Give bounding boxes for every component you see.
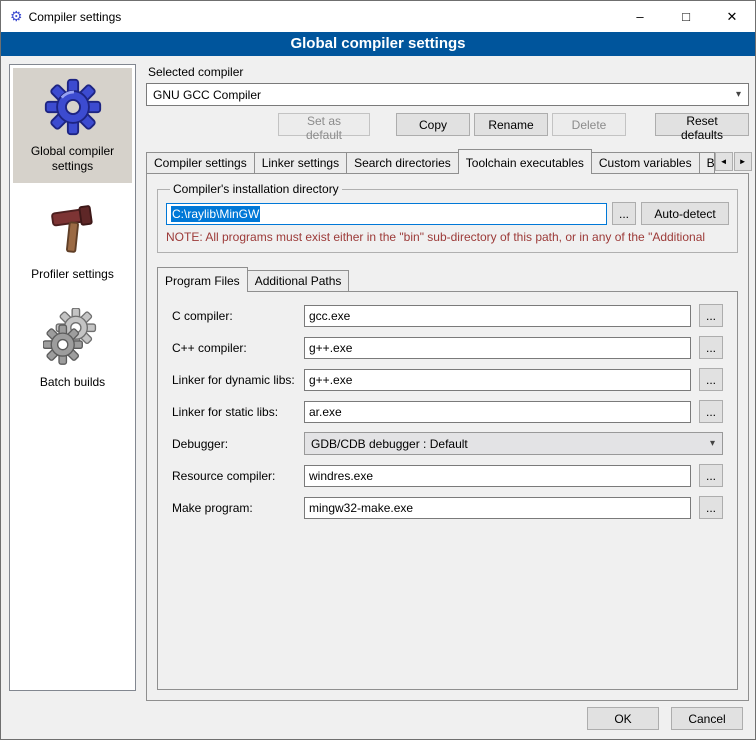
- programs-tabstrip: Program Files Additional Paths: [157, 267, 738, 291]
- install-dir-input[interactable]: C:\raylib\MinGW: [166, 203, 607, 225]
- compiler-select[interactable]: GNU GCC Compiler ▾: [146, 83, 749, 106]
- reset-defaults-button[interactable]: Reset defaults: [655, 113, 749, 136]
- program-files-panel: C compiler: gcc.exe ... C++ compiler: g+…: [157, 291, 738, 690]
- tab-scroll-right-button[interactable]: ►: [734, 152, 752, 171]
- make-program-label: Make program:: [172, 501, 296, 515]
- selected-compiler-label: Selected compiler: [148, 65, 749, 79]
- delete-button[interactable]: Delete: [552, 113, 626, 136]
- cpp-compiler-label: C++ compiler:: [172, 341, 296, 355]
- resource-compiler-label: Resource compiler:: [172, 469, 296, 483]
- static-linker-browse-button[interactable]: ...: [699, 400, 723, 423]
- install-dir-value: C:\raylib\MinGW: [171, 206, 260, 222]
- tab-scroll-controls: ◄ ►: [715, 152, 752, 173]
- ok-button[interactable]: OK: [587, 707, 659, 730]
- dynamic-linker-label: Linker for dynamic libs:: [172, 373, 296, 387]
- dynamic-linker-value: g++.exe: [309, 373, 352, 387]
- dialog-footer: OK Cancel: [587, 707, 743, 730]
- main-panel: Selected compiler GNU GCC Compiler ▾ Set…: [146, 56, 749, 701]
- tab-program-files[interactable]: Program Files: [157, 267, 248, 292]
- make-program-value: mingw32-make.exe: [309, 501, 413, 515]
- static-linker-input[interactable]: ar.exe: [304, 401, 691, 423]
- debugger-select-value: GDB/CDB debugger : Default: [311, 437, 468, 451]
- make-program-input[interactable]: mingw32-make.exe: [304, 497, 691, 519]
- sidebar-item-batch-builds[interactable]: Batch builds: [13, 299, 132, 399]
- static-linker-label: Linker for static libs:: [172, 405, 296, 419]
- gear-icon: [43, 77, 103, 137]
- make-program-browse-button[interactable]: ...: [699, 496, 723, 519]
- sidebar-item-label: Batch builds: [40, 375, 105, 390]
- tab-custom-variables[interactable]: Custom variables: [591, 152, 700, 173]
- tab-scroll-left-button[interactable]: ◄: [715, 152, 733, 171]
- cancel-button[interactable]: Cancel: [671, 707, 743, 730]
- resource-compiler-browse-button[interactable]: ...: [699, 464, 723, 487]
- resource-compiler-value: windres.exe: [309, 469, 373, 483]
- chevron-down-icon: ▾: [729, 89, 748, 100]
- compiler-actions: Set as default Copy Rename Delete Reset …: [146, 113, 749, 136]
- tab-toolchain-executables[interactable]: Toolchain executables: [458, 149, 592, 174]
- minimize-button[interactable]: –: [617, 1, 663, 32]
- auto-detect-button[interactable]: Auto-detect: [641, 202, 729, 225]
- dynamic-linker-input[interactable]: g++.exe: [304, 369, 691, 391]
- note-text: NOTE: All programs must exist either in …: [166, 230, 729, 244]
- chevron-down-icon: ▾: [703, 438, 722, 449]
- install-dir-browse-button[interactable]: ...: [612, 202, 636, 225]
- sidebar-item-global-compiler-settings[interactable]: Global compiler settings: [13, 68, 132, 183]
- settings-category-list: Global compiler settings Profiler settin…: [9, 64, 136, 691]
- window-controls: – □ ✕: [617, 1, 755, 32]
- c-compiler-value: gcc.exe: [309, 309, 350, 323]
- dynamic-linker-browse-button[interactable]: ...: [699, 368, 723, 391]
- window-title: Compiler settings: [29, 10, 122, 24]
- cpp-compiler-value: g++.exe: [309, 341, 352, 355]
- close-button[interactable]: ✕: [709, 1, 755, 32]
- static-linker-value: ar.exe: [309, 405, 342, 419]
- debugger-label: Debugger:: [172, 437, 296, 451]
- sidebar-item-label: Profiler settings: [31, 267, 114, 282]
- set-as-default-button[interactable]: Set as default: [278, 113, 370, 136]
- profiler-tool-icon: [43, 200, 103, 260]
- c-compiler-browse-button[interactable]: ...: [699, 304, 723, 327]
- installation-directory-group: Compiler's installation directory C:\ray…: [157, 182, 738, 253]
- tab-additional-paths[interactable]: Additional Paths: [247, 270, 350, 291]
- titlebar: ⚙ Compiler settings – □ ✕: [1, 1, 755, 32]
- copy-button[interactable]: Copy: [396, 113, 470, 136]
- tab-search-directories[interactable]: Search directories: [346, 152, 459, 173]
- c-compiler-label: C compiler:: [172, 309, 296, 323]
- tab-build-options[interactable]: Build: [699, 152, 715, 173]
- compiler-select-value: GNU GCC Compiler: [153, 88, 261, 102]
- tab-compiler-settings[interactable]: Compiler settings: [146, 152, 255, 173]
- resource-compiler-input[interactable]: windres.exe: [304, 465, 691, 487]
- gears-icon: [43, 308, 103, 368]
- settings-tabstrip: Compiler settings Linker settings Search…: [146, 149, 749, 173]
- c-compiler-input[interactable]: gcc.exe: [304, 305, 691, 327]
- app-icon: ⚙: [10, 8, 23, 25]
- cpp-compiler-browse-button[interactable]: ...: [699, 336, 723, 359]
- debugger-select[interactable]: GDB/CDB debugger : Default ▾: [304, 432, 723, 455]
- maximize-button[interactable]: □: [663, 1, 709, 32]
- sidebar-item-profiler-settings[interactable]: Profiler settings: [13, 191, 132, 291]
- installation-directory-label: Compiler's installation directory: [170, 182, 342, 196]
- sidebar-item-label: Global compiler settings: [17, 144, 128, 174]
- toolchain-executables-panel: Compiler's installation directory C:\ray…: [146, 173, 749, 701]
- page-title: Global compiler settings: [1, 32, 755, 56]
- rename-button[interactable]: Rename: [474, 113, 548, 136]
- cpp-compiler-input[interactable]: g++.exe: [304, 337, 691, 359]
- tab-linker-settings[interactable]: Linker settings: [254, 152, 347, 173]
